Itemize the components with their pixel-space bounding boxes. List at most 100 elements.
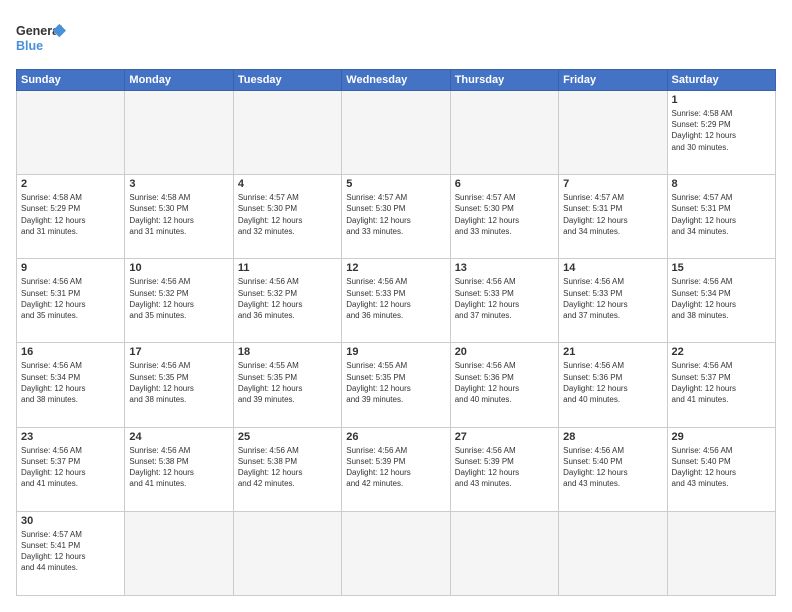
day-info: Sunrise: 4:56 AMSunset: 5:35 PMDaylight:… [129,360,228,405]
calendar-week-row: 16 Sunrise: 4:56 AMSunset: 5:34 PMDayligh… [17,343,776,427]
day-info: Sunrise: 4:56 AMSunset: 5:33 PMDaylight:… [455,276,554,321]
day-info: Sunrise: 4:56 AMSunset: 5:32 PMDaylight:… [129,276,228,321]
calendar-day-cell: 6 Sunrise: 4:57 AMSunset: 5:30 PMDaylight… [450,175,558,259]
day-info: Sunrise: 4:56 AMSunset: 5:33 PMDaylight:… [563,276,662,321]
calendar-day-cell: 8Sunrise: 4:57 AMSunset: 5:31 PMDaylight… [667,175,775,259]
calendar-day-cell: 9Sunrise: 4:56 AMSunset: 5:31 PMDaylight… [17,259,125,343]
day-number: 30 [21,515,120,527]
day-number: 6 [455,178,554,190]
day-info: Sunrise: 4:56 AMSunset: 5:36 PMDaylight:… [563,360,662,405]
day-info: Sunrise: 4:56 AMSunset: 5:32 PMDaylight:… [238,276,337,321]
calendar-day-cell: 21 Sunrise: 4:56 AMSunset: 5:36 PMDayligh… [559,343,667,427]
calendar-day-cell [667,511,775,595]
day-info: Sunrise: 4:56 AMSunset: 5:33 PMDaylight:… [346,276,445,321]
weekday-sunday: Sunday [17,70,125,91]
day-number: 23 [21,431,120,443]
day-number: 14 [563,262,662,274]
calendar-day-cell: 24 Sunrise: 4:56 AMSunset: 5:38 PMDayligh… [125,427,233,511]
day-info: Sunrise: 4:57 AMSunset: 5:30 PMDaylight:… [346,192,445,237]
calendar-day-cell [17,91,125,175]
calendar-day-cell [450,511,558,595]
logo-svg: General Blue [16,16,66,61]
calendar-day-cell: 30 Sunrise: 4:57 AMSunset: 5:41 PMDayligh… [17,511,125,595]
day-number: 8 [672,178,771,190]
day-number: 3 [129,178,228,190]
calendar-day-cell [450,91,558,175]
calendar-day-cell: 1Sunrise: 4:58 AMSunset: 5:29 PMDaylight… [667,91,775,175]
weekday-tuesday: Tuesday [233,70,341,91]
calendar-day-cell: 13 Sunrise: 4:56 AMSunset: 5:33 PMDayligh… [450,259,558,343]
day-info: Sunrise: 4:56 AMSunset: 5:34 PMDaylight:… [21,360,120,405]
calendar-day-cell: 4 Sunrise: 4:57 AMSunset: 5:30 PMDaylight… [233,175,341,259]
day-info: Sunrise: 4:58 AMSunset: 5:29 PMDaylight:… [21,192,120,237]
calendar-header: SundayMondayTuesdayWednesdayThursdayFrid… [17,70,776,91]
weekday-row: SundayMondayTuesdayWednesdayThursdayFrid… [17,70,776,91]
weekday-friday: Friday [559,70,667,91]
calendar-day-cell: 26 Sunrise: 4:56 AMSunset: 5:39 PMDayligh… [342,427,450,511]
day-number: 13 [455,262,554,274]
day-number: 19 [346,346,445,358]
page: General Blue SundayMondayTuesdayWednesda… [0,0,792,612]
day-number: 10 [129,262,228,274]
day-info: Sunrise: 4:57 AMSunset: 5:30 PMDaylight:… [455,192,554,237]
day-number: 27 [455,431,554,443]
calendar-week-row: 9Sunrise: 4:56 AMSunset: 5:31 PMDaylight… [17,259,776,343]
weekday-wednesday: Wednesday [342,70,450,91]
calendar-day-cell [559,91,667,175]
day-info: Sunrise: 4:56 AMSunset: 5:40 PMDaylight:… [672,445,771,490]
day-info: Sunrise: 4:56 AMSunset: 5:39 PMDaylight:… [346,445,445,490]
calendar-day-cell: 16 Sunrise: 4:56 AMSunset: 5:34 PMDayligh… [17,343,125,427]
calendar-day-cell: 7 Sunrise: 4:57 AMSunset: 5:31 PMDaylight… [559,175,667,259]
calendar-day-cell [125,91,233,175]
day-number: 24 [129,431,228,443]
calendar-day-cell: 17Sunrise: 4:56 AMSunset: 5:35 PMDayligh… [125,343,233,427]
day-info: Sunrise: 4:56 AMSunset: 5:38 PMDaylight:… [129,445,228,490]
day-number: 4 [238,178,337,190]
calendar-day-cell: 11Sunrise: 4:56 AMSunset: 5:32 PMDayligh… [233,259,341,343]
weekday-saturday: Saturday [667,70,775,91]
day-number: 15 [672,262,771,274]
day-info: Sunrise: 4:55 AMSunset: 5:35 PMDaylight:… [346,360,445,405]
calendar-day-cell [125,511,233,595]
day-info: Sunrise: 4:57 AMSunset: 5:30 PMDaylight:… [238,192,337,237]
day-number: 2 [21,178,120,190]
day-number: 5 [346,178,445,190]
day-info: Sunrise: 4:58 AMSunset: 5:30 PMDaylight:… [129,192,228,237]
day-number: 20 [455,346,554,358]
day-info: Sunrise: 4:58 AMSunset: 5:29 PMDaylight:… [672,108,771,153]
day-info: Sunrise: 4:56 AMSunset: 5:36 PMDaylight:… [455,360,554,405]
day-number: 12 [346,262,445,274]
day-info: Sunrise: 4:56 AMSunset: 5:34 PMDaylight:… [672,276,771,321]
calendar-day-cell: 27 Sunrise: 4:56 AMSunset: 5:39 PMDayligh… [450,427,558,511]
calendar-table: SundayMondayTuesdayWednesdayThursdayFrid… [16,69,776,596]
day-number: 9 [21,262,120,274]
calendar-day-cell: 14 Sunrise: 4:56 AMSunset: 5:33 PMDayligh… [559,259,667,343]
calendar-day-cell: 23 Sunrise: 4:56 AMSunset: 5:37 PMDayligh… [17,427,125,511]
day-info: Sunrise: 4:57 AMSunset: 5:41 PMDaylight:… [21,529,120,574]
calendar-day-cell: 29Sunrise: 4:56 AMSunset: 5:40 PMDayligh… [667,427,775,511]
calendar-day-cell: 18Sunrise: 4:55 AMSunset: 5:35 PMDayligh… [233,343,341,427]
day-info: Sunrise: 4:56 AMSunset: 5:39 PMDaylight:… [455,445,554,490]
svg-text:Blue: Blue [16,39,43,53]
calendar-week-row: 30 Sunrise: 4:57 AMSunset: 5:41 PMDayligh… [17,511,776,595]
day-number: 7 [563,178,662,190]
calendar-week-row: 2 Sunrise: 4:58 AMSunset: 5:29 PMDaylight… [17,175,776,259]
calendar-day-cell [559,511,667,595]
day-info: Sunrise: 4:57 AMSunset: 5:31 PMDaylight:… [563,192,662,237]
day-number: 25 [238,431,337,443]
day-number: 22 [672,346,771,358]
calendar-day-cell: 3 Sunrise: 4:58 AMSunset: 5:30 PMDaylight… [125,175,233,259]
day-number: 16 [21,346,120,358]
day-number: 26 [346,431,445,443]
day-number: 21 [563,346,662,358]
calendar-day-cell: 19 Sunrise: 4:55 AMSunset: 5:35 PMDayligh… [342,343,450,427]
calendar-day-cell [342,91,450,175]
calendar-day-cell [233,511,341,595]
calendar-day-cell: 28Sunrise: 4:56 AMSunset: 5:40 PMDayligh… [559,427,667,511]
calendar-week-row: 23 Sunrise: 4:56 AMSunset: 5:37 PMDayligh… [17,427,776,511]
calendar-day-cell: 10 Sunrise: 4:56 AMSunset: 5:32 PMDayligh… [125,259,233,343]
day-info: Sunrise: 4:56 AMSunset: 5:37 PMDaylight:… [21,445,120,490]
day-info: Sunrise: 4:55 AMSunset: 5:35 PMDaylight:… [238,360,337,405]
calendar-day-cell: 5 Sunrise: 4:57 AMSunset: 5:30 PMDaylight… [342,175,450,259]
header: General Blue [16,16,776,61]
